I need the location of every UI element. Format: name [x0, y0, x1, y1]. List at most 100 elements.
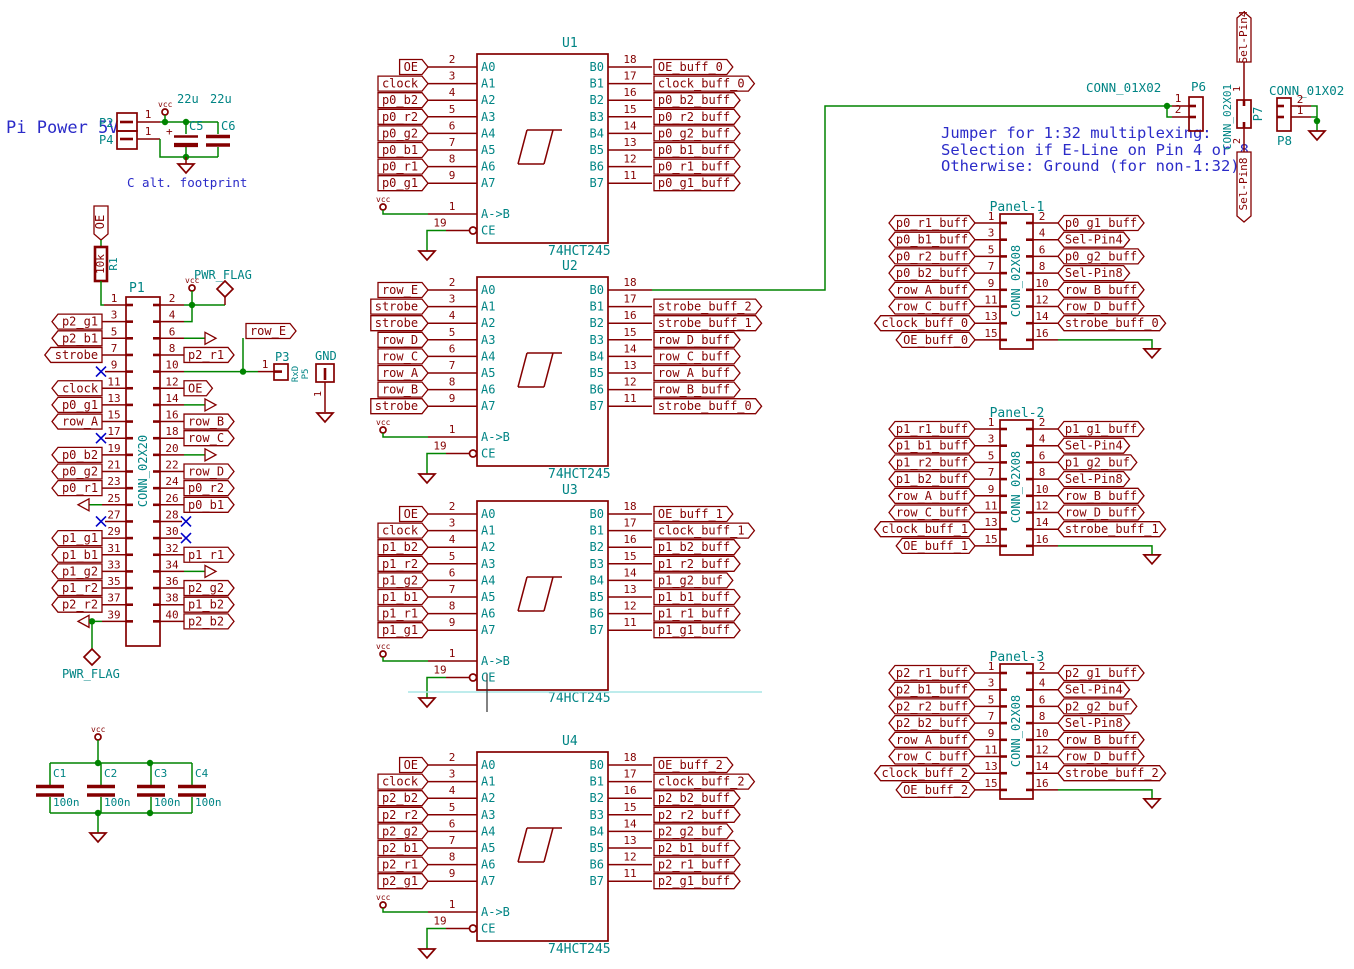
- cap-value[interactable]: 100n: [104, 796, 131, 809]
- gnd-symbol[interactable]: [1144, 555, 1160, 564]
- wire[interactable]: [427, 454, 446, 475]
- net-label-text: p0_r2_buff: [896, 249, 968, 263]
- gnd-symbol[interactable]: [178, 164, 194, 173]
- chip-value[interactable]: 74HCT245: [548, 467, 611, 482]
- vcc-symbol[interactable]: [380, 651, 386, 657]
- gnd-symbol[interactable]: [317, 413, 333, 422]
- connector-p3-ref[interactable]: P3: [275, 350, 289, 364]
- pin-number: 9: [988, 727, 995, 740]
- gnd-symbol[interactable]: [1309, 131, 1325, 140]
- pin-name: B3: [590, 557, 604, 571]
- wire[interactable]: [383, 657, 428, 661]
- pin-name: CE: [481, 447, 495, 461]
- empty-net-arrow[interactable]: [205, 565, 216, 577]
- empty-net-arrow[interactable]: [78, 499, 89, 511]
- pin-name: B3: [590, 808, 604, 822]
- cap-value[interactable]: 100n: [53, 796, 80, 809]
- vcc-symbol[interactable]: [162, 109, 168, 115]
- empty-net-arrow[interactable]: [78, 615, 89, 627]
- net-label-text: row_B_buff: [1065, 489, 1137, 503]
- pwr-flag-symbol[interactable]: [217, 281, 233, 297]
- wire[interactable]: [427, 231, 446, 252]
- wire[interactable]: [427, 929, 446, 950]
- gnd-symbol[interactable]: [419, 251, 435, 260]
- note-c-alt[interactable]: C alt. footprint: [127, 175, 247, 190]
- wire[interactable]: [383, 908, 428, 912]
- net-label-text: OE: [188, 381, 202, 395]
- cap-ref[interactable]: C2: [104, 767, 117, 780]
- pin-name: A6: [481, 383, 495, 397]
- wire[interactable]: [1058, 546, 1152, 555]
- cap-value[interactable]: 100n: [195, 796, 222, 809]
- cap-ref[interactable]: C6: [221, 119, 235, 133]
- pin-number: 12: [623, 153, 636, 166]
- pin-name: B4: [590, 824, 604, 838]
- cap-value[interactable]: 22u: [210, 92, 232, 106]
- wire[interactable]: [1058, 340, 1152, 349]
- pin-name: A2: [481, 93, 495, 107]
- wire[interactable]: [383, 210, 428, 214]
- pin-number: 15: [107, 409, 120, 422]
- gnd-symbol[interactable]: [1144, 799, 1160, 808]
- connector-p5-value[interactable]: GND: [315, 349, 337, 363]
- gnd-symbol[interactable]: [419, 949, 435, 958]
- resistor-value[interactable]: 10k: [94, 254, 107, 274]
- panel-title[interactable]: Panel-2: [990, 406, 1045, 421]
- pin-name: B4: [590, 573, 604, 587]
- chip-ref[interactable]: U4: [562, 734, 578, 749]
- connector-p6-ref[interactable]: P6: [1191, 79, 1206, 94]
- cap-value[interactable]: 100n: [154, 796, 181, 809]
- gnd-symbol[interactable]: [419, 474, 435, 483]
- panel-title[interactable]: Panel-3: [990, 650, 1045, 665]
- net-label-text: clock_buff_1: [658, 524, 745, 538]
- wire[interactable]: [1058, 790, 1152, 799]
- cap-ref[interactable]: C4: [195, 767, 209, 780]
- vcc-symbol[interactable]: [380, 427, 386, 433]
- chip-ref[interactable]: U3: [562, 483, 578, 498]
- vcc-symbol[interactable]: [380, 902, 386, 908]
- connector-p1-ref[interactable]: P1: [129, 281, 145, 296]
- cap-ref[interactable]: C1: [53, 767, 66, 780]
- empty-net-arrow[interactable]: [205, 399, 216, 411]
- gnd-symbol[interactable]: [90, 833, 106, 842]
- connector-ref[interactable]: P4: [99, 133, 113, 147]
- connector-p8-body[interactable]: [1277, 98, 1291, 131]
- connector-ref[interactable]: P2: [99, 116, 113, 130]
- pin-name: B6: [590, 160, 604, 174]
- pin-number: 11: [984, 744, 997, 757]
- chip-ref[interactable]: U2: [562, 259, 578, 274]
- gnd-symbol[interactable]: [419, 698, 435, 707]
- cap-ref[interactable]: C3: [154, 767, 167, 780]
- resistor-ref[interactable]: R1: [107, 257, 120, 270]
- pin-number: 3: [449, 70, 456, 83]
- note-jumper[interactable]: Jumper for 1:32 multiplexing:: [941, 124, 1212, 142]
- wire[interactable]: [101, 281, 104, 305]
- wire[interactable]: [427, 678, 446, 699]
- net-label-text: p2_g2_buf: [658, 824, 723, 838]
- wire-gnd-rail[interactable]: [160, 139, 218, 157]
- connector-p8-ref[interactable]: P8: [1277, 133, 1292, 148]
- net-label-text: p0_b2_buff: [896, 266, 968, 280]
- empty-net-arrow[interactable]: [205, 332, 216, 344]
- chip-value[interactable]: 74HCT245: [548, 691, 611, 706]
- gnd-symbol[interactable]: [1144, 349, 1160, 358]
- wire[interactable]: [383, 433, 428, 437]
- panel-title[interactable]: Panel-1: [990, 200, 1045, 215]
- vcc-symbol-text: vcc: [376, 418, 391, 427]
- chip-ref[interactable]: U1: [562, 36, 578, 51]
- cap-value[interactable]: 22u: [177, 92, 199, 106]
- connector-p7-ref[interactable]: P7: [1251, 107, 1265, 121]
- pwr-flag-symbol[interactable]: [84, 649, 100, 665]
- cap-ref[interactable]: C5: [189, 119, 203, 133]
- net-label-text: p0_b2: [62, 448, 98, 462]
- vcc-symbol[interactable]: [95, 734, 101, 740]
- vcc-symbol[interactable]: [189, 285, 195, 291]
- vcc-symbol[interactable]: [380, 204, 386, 210]
- note-jumper[interactable]: Otherwise: Ground (for non-1:32).: [941, 157, 1249, 175]
- chip-value[interactable]: 74HCT245: [548, 942, 611, 957]
- pin-name: B5: [590, 841, 604, 855]
- empty-net-arrow[interactable]: [205, 449, 216, 461]
- net-label-text: p2_b2_buff: [896, 716, 968, 730]
- pin-name: B7: [590, 176, 604, 190]
- chip-value[interactable]: 74HCT245: [548, 244, 611, 259]
